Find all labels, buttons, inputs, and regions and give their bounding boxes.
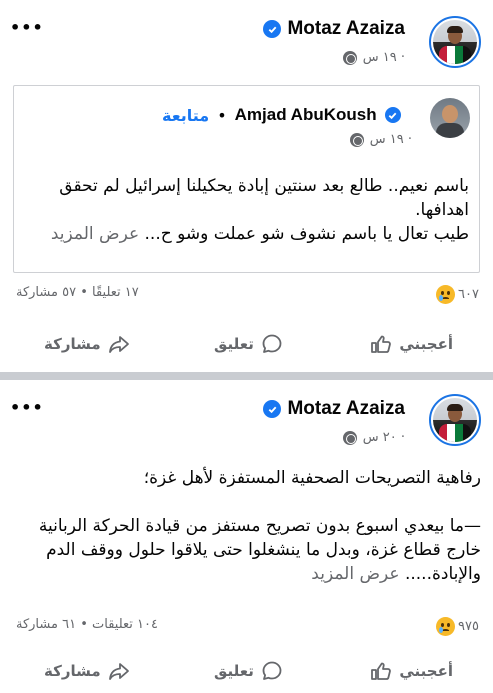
- verified-badge-icon: [263, 20, 282, 38]
- post-text-line: والإبادة..... عرض المزيد: [39, 562, 481, 586]
- post-text-line: —ما بيعدي اسبوع بدون تصريح مستفز من قياد…: [38, 516, 481, 536]
- shared-text-line-content: طيب تعال يا باسم نشوف شو عملت وشو ح...: [144, 224, 469, 244]
- post-card-2: ••• Motaz Azaiza ٢٠ س · رفاهية التصريحات…: [0, 380, 493, 693]
- see-more-link[interactable]: عرض المزيد: [51, 224, 139, 244]
- shared-author-name[interactable]: Amjad AbuKoush: [235, 105, 377, 125]
- post-card-1: ••• Motaz Azaiza ١٩ س · متابعة • Amjad A…: [0, 0, 493, 372]
- comments-shares-count[interactable]: ١٧ تعليقًا • ٥٧ مشاركة: [16, 285, 139, 300]
- globe-icon: [342, 50, 357, 65]
- comment-label: تعليق: [214, 335, 254, 353]
- feed-divider: [0, 372, 493, 380]
- globe-icon: [349, 132, 364, 147]
- like-button[interactable]: أعجبني: [369, 659, 453, 683]
- post-author-row: Motaz Azaiza: [263, 18, 405, 40]
- thumbs-up-icon: [371, 335, 392, 353]
- post-author-name[interactable]: Motaz Azaiza: [287, 18, 405, 40]
- post-author-row: Motaz Azaiza: [263, 398, 405, 420]
- reactions-summary[interactable]: ٩٧٥: [436, 617, 479, 636]
- comment-label: تعليق: [214, 662, 254, 680]
- share-label: مشاركة: [44, 335, 101, 353]
- reactions-summary[interactable]: ٦٠٧: [436, 285, 479, 304]
- post-stats: ١٠٤ تعليقات • ٦١ مشاركة ٩٧٥: [0, 617, 493, 641]
- shared-post-meta: ١٩ س ·: [349, 132, 412, 147]
- post-author-name[interactable]: Motaz Azaiza: [287, 398, 405, 420]
- post-text-line: رفاهية التصريحات الصحفية المستفزة لأهل غ…: [143, 468, 481, 488]
- post-time[interactable]: ١٩ س ·: [363, 50, 405, 65]
- post-time[interactable]: ٢٠ س ·: [363, 430, 405, 445]
- thumbs-up-icon: [371, 662, 392, 680]
- share-arrow-icon: [108, 663, 129, 680]
- verified-badge-icon: [263, 400, 282, 418]
- shared-text-line: طيب تعال يا باسم نشوف شو عملت وشو ح... ع…: [51, 222, 469, 246]
- reactions-count: ٦٠٧: [458, 287, 479, 302]
- post-text: رفاهية التصريحات الصحفية المستفزة لأهل غ…: [39, 466, 481, 586]
- post-actions: أعجبني تعليق مشاركة: [0, 655, 493, 691]
- comment-bubble-icon: [262, 334, 282, 353]
- sad-reaction-icon: [436, 617, 456, 636]
- globe-icon: [342, 430, 357, 445]
- shared-post-text: باسم نعيم.. طالع بعد سنتين إبادة يحكيلنا…: [51, 174, 469, 246]
- shared-text-line: اهدافها.: [415, 200, 469, 220]
- more-options-icon[interactable]: •••: [10, 400, 44, 416]
- share-arrow-icon: [108, 336, 129, 353]
- like-button[interactable]: أعجبني: [369, 332, 453, 356]
- comment-bubble-icon: [262, 661, 282, 680]
- like-label: أعجبني: [399, 662, 453, 680]
- post-text-line: [39, 490, 481, 514]
- follow-button[interactable]: متابعة: [162, 106, 209, 125]
- more-options-icon[interactable]: •••: [10, 20, 44, 36]
- post-text-line-content: والإبادة.....: [404, 564, 481, 584]
- post-meta: ١٩ س ·: [342, 50, 405, 65]
- shared-post-time[interactable]: ١٩ س ·: [370, 132, 412, 147]
- see-more-link[interactable]: عرض المزيد: [311, 564, 399, 584]
- post-actions: أعجبني تعليق مشاركة: [0, 328, 493, 364]
- comment-button[interactable]: تعليق: [214, 332, 284, 356]
- shared-post-card[interactable]: متابعة • Amjad AbuKoush ١٩ س · باسم نعيم…: [13, 85, 480, 273]
- comments-shares-count[interactable]: ١٠٤ تعليقات • ٦١ مشاركة: [16, 617, 158, 632]
- share-label: مشاركة: [44, 662, 101, 680]
- shared-author-avatar[interactable]: [430, 98, 470, 138]
- comment-button[interactable]: تعليق: [214, 659, 284, 683]
- shared-text-line: باسم نعيم.. طالع بعد سنتين إبادة يحكيلنا…: [59, 176, 469, 196]
- post-text-line: خارج قطاع غزة، وبدل ما ينشغلوا حتى يلاقو…: [46, 540, 481, 560]
- post-stats: ١٧ تعليقًا • ٥٧ مشاركة ٦٠٧: [0, 285, 493, 309]
- verified-badge-icon: [384, 107, 401, 123]
- shared-author-row: متابعة • Amjad AbuKoush: [162, 105, 401, 125]
- author-avatar[interactable]: [429, 16, 481, 68]
- share-button[interactable]: مشاركة: [44, 659, 131, 683]
- like-label: أعجبني: [399, 335, 453, 353]
- post-meta: ٢٠ س ·: [342, 430, 405, 445]
- sad-reaction-icon: [436, 285, 456, 304]
- share-button[interactable]: مشاركة: [44, 332, 131, 356]
- separator-dot: •: [217, 105, 227, 125]
- reactions-count: ٩٧٥: [458, 619, 479, 634]
- author-avatar[interactable]: [429, 394, 481, 446]
